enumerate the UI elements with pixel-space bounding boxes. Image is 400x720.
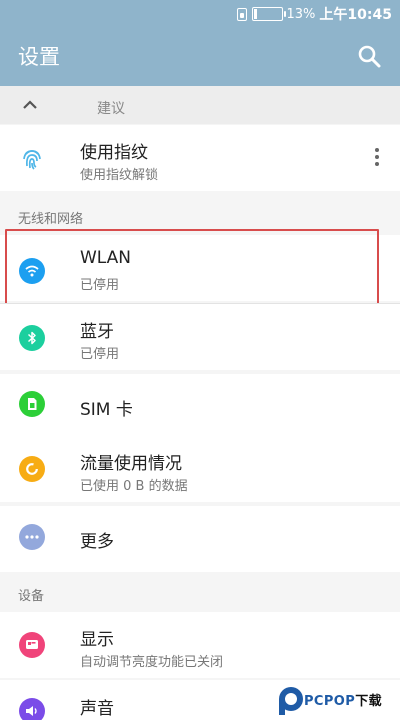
bluetooth-status: 已停用	[80, 347, 120, 362]
more-setting[interactable]: 更多	[0, 506, 400, 572]
search-button[interactable]	[356, 43, 384, 71]
bluetooth-title: 蓝牙	[80, 322, 114, 342]
dot-icon	[375, 162, 379, 166]
data-usage-subtitle: 已使用 0 B 的数据	[80, 479, 188, 494]
more-title: 更多	[80, 532, 114, 552]
app-bar: 设置	[0, 28, 400, 86]
fingerprint-suggestion[interactable]: 使用指纹 使用指纹解锁	[0, 125, 400, 191]
wlan-status: 已停用	[80, 278, 120, 293]
page-title: 设置	[18, 45, 60, 69]
section-wireless-network: 无线和网络	[18, 212, 84, 227]
pcpop-watermark: PCPOP下载	[275, 681, 400, 720]
battery-icon	[251, 7, 286, 21]
collapse-suggestions-button[interactable]	[18, 94, 42, 116]
time-prefix: 上午	[319, 7, 348, 23]
display-icon	[19, 632, 45, 658]
wlan-setting[interactable]: WLAN 已停用	[0, 235, 400, 301]
bluetooth-icon	[19, 325, 45, 351]
settings-list: 建议 使用指纹 使用指纹解锁 无线和网络 WLAN 已停用 蓝牙 已停用 SIM…	[0, 86, 400, 720]
suggestions-label: 建议	[97, 101, 125, 117]
display-setting[interactable]: 显示 自动调节亮度功能已关闭	[0, 612, 400, 678]
sim-card-icon	[19, 391, 45, 417]
display-title: 显示	[80, 630, 114, 650]
watermark-suffix: 下载	[355, 694, 382, 709]
volume-icon	[19, 698, 45, 720]
status-bar: 13% 上午10:45	[0, 0, 400, 28]
sim-status-icon	[236, 7, 247, 21]
sim-card-setting[interactable]: SIM 卡	[0, 374, 400, 440]
suggestions-header: 建议	[0, 86, 400, 124]
status-indicators: 13% 上午10:45	[236, 4, 392, 24]
dot-icon	[375, 155, 379, 159]
sim-card-title: SIM 卡	[80, 400, 133, 420]
data-usage-setting[interactable]: 流量使用情况 已使用 0 B 的数据	[0, 436, 400, 502]
more-options-button[interactable]	[374, 148, 380, 170]
settings-screen: 13% 上午10:45 设置 建议 使用指纹 使用指纹解锁 无线和网络 WLAN…	[0, 0, 400, 720]
search-icon	[358, 45, 381, 68]
display-subtitle: 自动调节亮度功能已关闭	[80, 655, 224, 670]
wifi-icon	[19, 258, 45, 284]
data-usage-icon	[19, 456, 45, 482]
wlan-title: WLAN	[80, 248, 132, 268]
sound-title: 声音	[80, 699, 114, 719]
fingerprint-title: 使用指纹	[80, 143, 148, 163]
data-usage-title: 流量使用情况	[80, 454, 182, 474]
bluetooth-setting[interactable]: 蓝牙 已停用	[0, 304, 400, 370]
battery-percentage: 13%	[286, 6, 316, 22]
section-device: 设备	[18, 589, 45, 604]
watermark-text: PCPOP下载	[304, 690, 382, 709]
chevron-up-icon	[23, 100, 37, 109]
more-horizontal-icon	[19, 524, 45, 550]
pcpop-logo-icon	[279, 687, 303, 715]
clock-time: 10:45	[347, 7, 392, 23]
watermark-brand: PCPOP	[304, 694, 356, 709]
fingerprint-icon	[19, 146, 45, 172]
dot-icon	[375, 148, 379, 152]
fingerprint-subtitle: 使用指纹解锁	[80, 168, 159, 183]
status-time: 上午10:45	[319, 4, 392, 24]
